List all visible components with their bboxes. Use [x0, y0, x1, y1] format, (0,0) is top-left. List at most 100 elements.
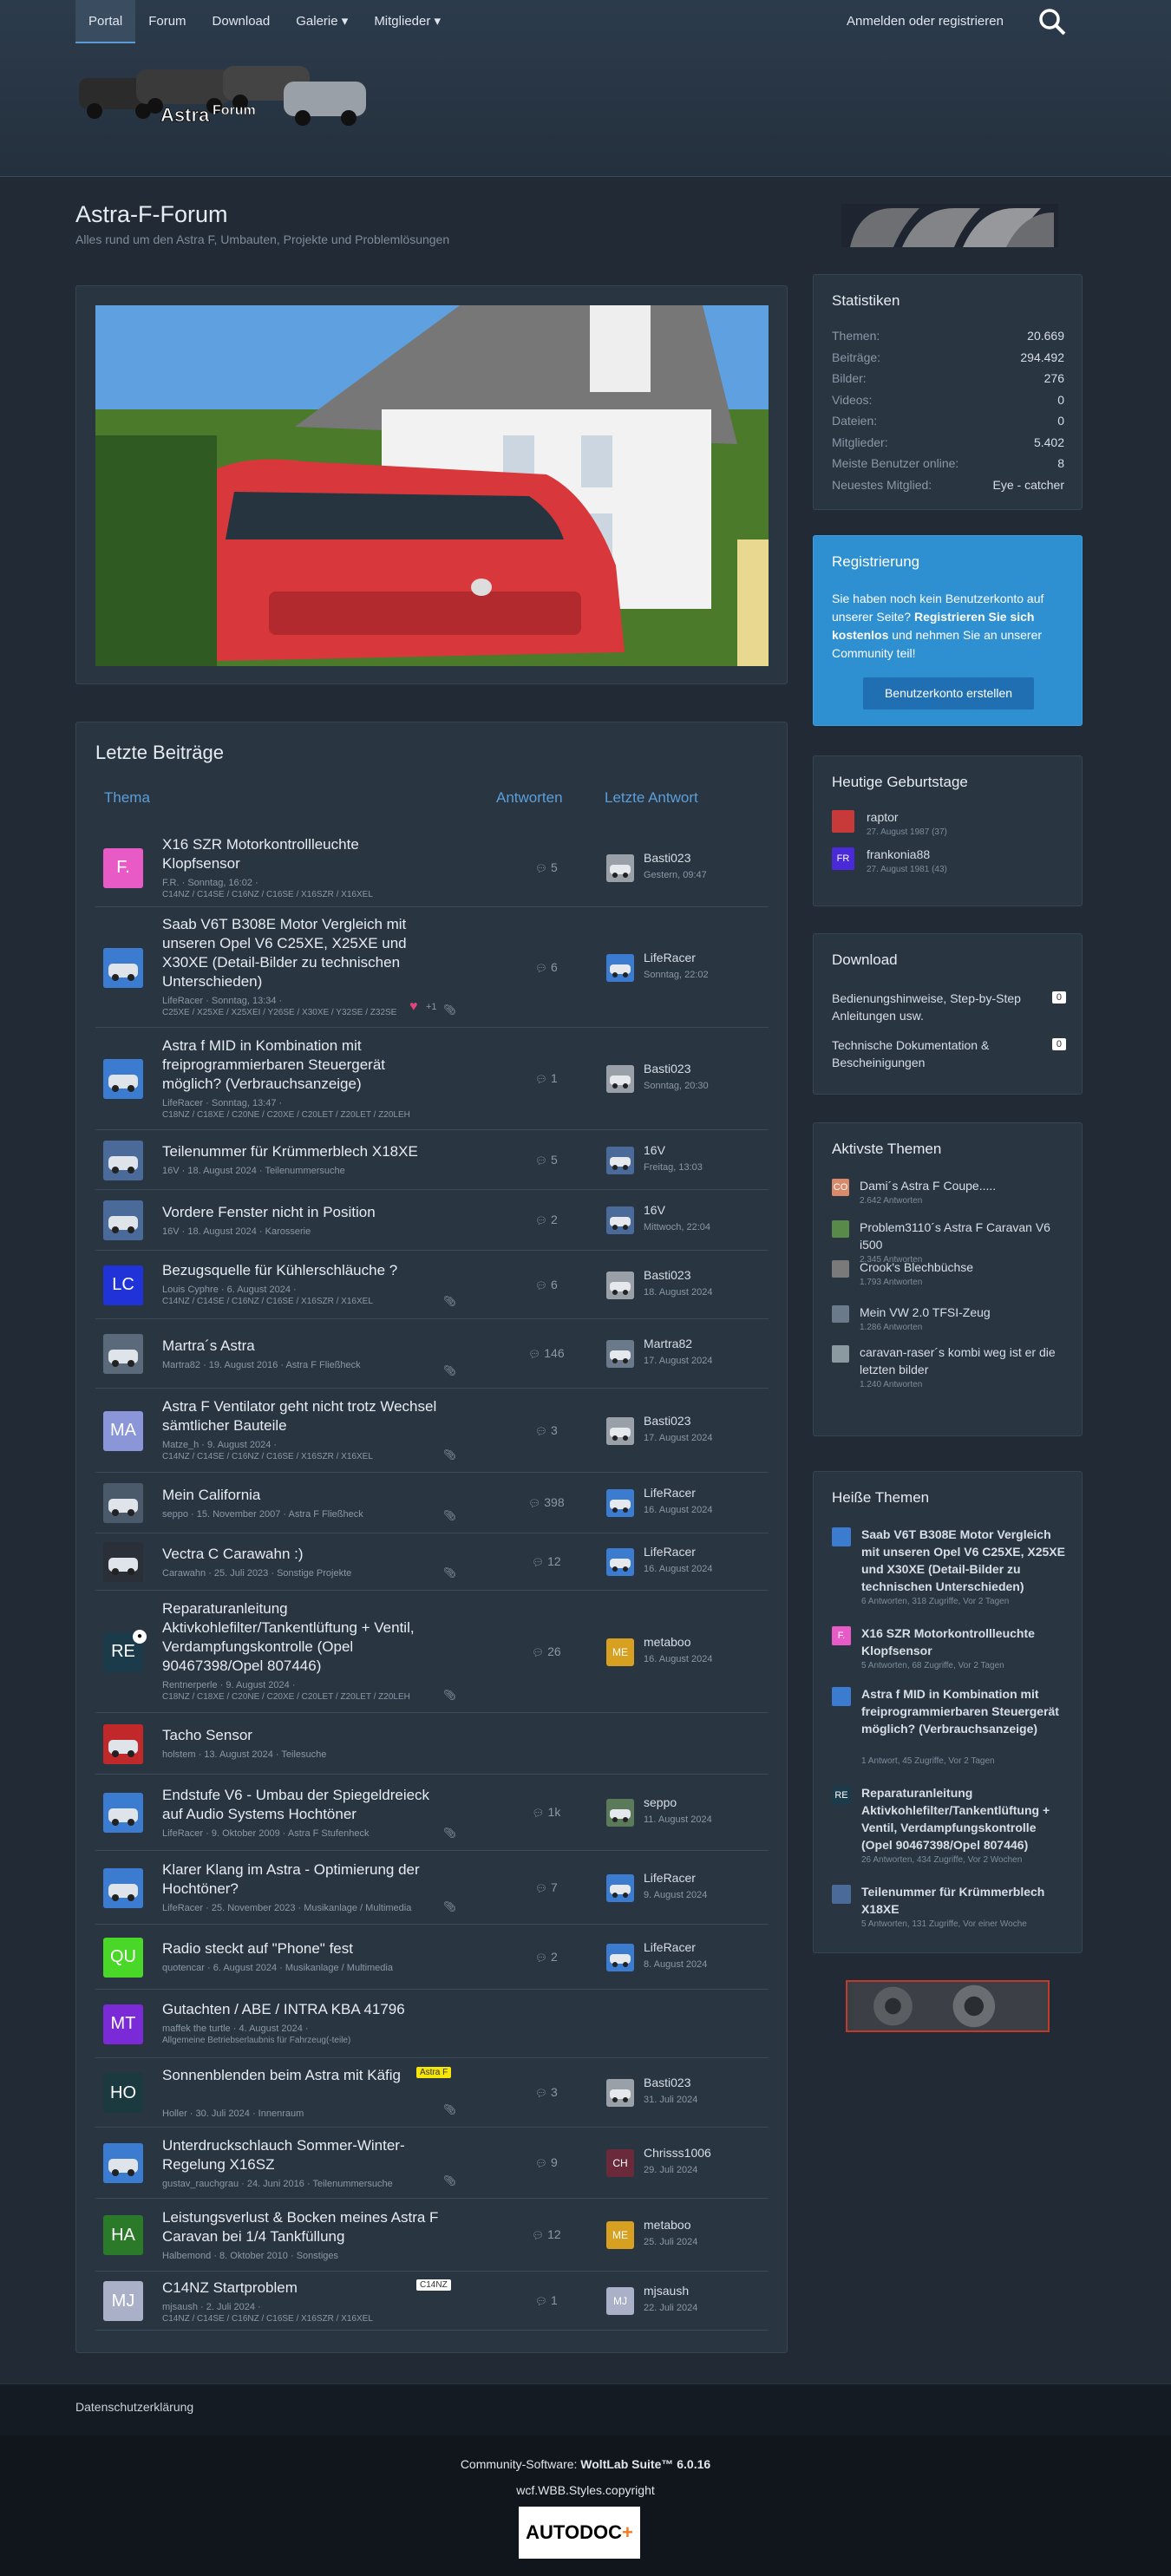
hot-topic-item[interactable]: Teilenummer für Krümmerblech X18XE 5 Antw… [832, 1883, 1066, 1970]
birthday-name[interactable]: frankonia88 [867, 846, 1066, 863]
hot-topic-item[interactable]: Saab V6T B308E Motor Vergleich mit unser… [832, 1526, 1066, 1612]
thread-title[interactable]: Klarer Klang im Astra - Optimierung der … [162, 1860, 440, 1899]
thread-title[interactable]: Reparaturanleitung Aktivkohlefilter/Tank… [162, 1599, 440, 1676]
avatar[interactable]: LC [103, 1265, 143, 1305]
hot-topic-item[interactable]: RE Reparaturanleitung Aktivkohlefilter/Ta… [832, 1784, 1066, 1871]
last-poster-avatar[interactable] [606, 853, 634, 882]
avatar[interactable]: RE [832, 1786, 851, 1805]
active-topic-title[interactable]: Dami´s Astra F Coupe..... [860, 1177, 1066, 1194]
thread-title[interactable]: Astra F Ventilator geht nicht trotz Wech… [162, 1397, 440, 1435]
active-topic-item[interactable]: Problem3110´s Astra F Caravan V6 i500 2.3… [832, 1219, 1066, 1265]
thread-tags[interactable]: C14NZ / C14SE / C16NZ / C16SE / X16SZR /… [162, 1452, 448, 1461]
thread-title[interactable]: Radio steckt auf "Phone" fest [162, 1939, 440, 1958]
birthday-item[interactable]: raptor 27. August 1987 (37) [832, 808, 1066, 840]
hot-topic-title[interactable]: Astra f MID in Kombination mit freiprogr… [861, 1685, 1066, 1737]
last-poster-name[interactable]: 16V [644, 1203, 665, 1217]
last-poster-name[interactable]: Chrisss1006 [644, 2146, 711, 2160]
nav-download[interactable]: Download [200, 0, 284, 43]
last-poster-name[interactable]: Basti023 [644, 1268, 690, 1282]
nav-mitglieder[interactable]: Mitglieder ▾ [361, 0, 454, 43]
last-poster-avatar[interactable] [606, 2079, 634, 2107]
label-badge[interactable]: C14NZ [416, 2279, 451, 2291]
active-topic-item[interactable]: Mein VW 2.0 TFSI-Zeug 1.286 Antworten [832, 1304, 1066, 1342]
clutch-ad-banner[interactable] [846, 1980, 1050, 2032]
thread-title[interactable]: Endstufe V6 - Umbau der Spiegeldreieck a… [162, 1786, 440, 1824]
active-topic-item[interactable]: CO Dami´s Astra F Coupe..... 2.642 Antwort… [832, 1177, 1066, 1215]
avatar[interactable]: MA [103, 1410, 143, 1451]
download-category-name[interactable]: Technische Dokumentation & Bescheinigung… [832, 1036, 1023, 1071]
avatar[interactable] [832, 1687, 851, 1706]
column-replies[interactable]: Antworten [496, 789, 563, 807]
avatar[interactable] [103, 1542, 143, 1582]
thread-title[interactable]: Bezugsquelle für Kühlerschläuche ? [162, 1261, 440, 1280]
login-link[interactable]: Anmelden oder registrieren [847, 0, 1004, 43]
last-poster-avatar[interactable] [606, 1271, 634, 1299]
label-badge[interactable]: Astra F [416, 2066, 452, 2078]
thread-tags[interactable]: C14NZ / C14SE / C16NZ / C16SE / X16SZR /… [162, 890, 448, 899]
avatar[interactable] [832, 1885, 851, 1904]
avatar[interactable] [832, 1305, 849, 1323]
hot-topic-title[interactable]: Teilenummer für Krümmerblech X18XE [861, 1883, 1066, 1918]
search-icon[interactable] [1037, 6, 1068, 37]
avatar[interactable] [103, 1059, 143, 1099]
last-poster-name[interactable]: Basti023 [644, 2076, 690, 2089]
nav-forum[interactable]: Forum [135, 0, 199, 43]
privacy-link[interactable]: Datenschutzerklärung [75, 2400, 193, 2414]
last-poster-avatar[interactable]: ME [606, 2221, 634, 2249]
last-poster-avatar[interactable] [606, 1206, 634, 1234]
avatar[interactable] [103, 1867, 143, 1908]
thread-title[interactable]: Unterdruckschlauch Sommer-Winter-Regelun… [162, 2136, 440, 2174]
avatar[interactable] [832, 1260, 849, 1278]
nav-galerie[interactable]: Galerie ▾ [283, 0, 361, 43]
last-poster-avatar[interactable] [606, 1065, 634, 1093]
avatar[interactable] [103, 1483, 143, 1523]
active-topic-title[interactable]: caravan-raser´s kombi weg ist er die let… [860, 1344, 1066, 1378]
avatar[interactable]: MT [103, 2004, 143, 2044]
download-category[interactable]: Bedienungshinweise, Step-by-Step Anleitu… [832, 990, 1066, 1028]
avatar[interactable] [103, 1334, 143, 1374]
last-poster-name[interactable]: LifeRacer [644, 1940, 696, 1954]
avatar[interactable] [103, 2143, 143, 2183]
active-topic-item[interactable]: caravan-raser´s kombi weg ist er die let… [832, 1344, 1066, 1389]
thread-title[interactable]: X16 SZR Motorkontrollleuchte Klopfsensor [162, 835, 440, 873]
avatar[interactable]: CO [832, 1179, 849, 1196]
last-poster-name[interactable]: LifeRacer [644, 1871, 696, 1885]
avatar[interactable]: HA [103, 2215, 143, 2255]
avatar[interactable] [832, 810, 854, 833]
thread-tags[interactable]: C18NZ / C18XE / C20NE / C20XE / C20LET /… [162, 1692, 448, 1702]
hot-topic-item[interactable]: Astra f MID in Kombination mit freiprogr… [832, 1685, 1066, 1772]
thread-title[interactable]: Vordere Fenster nicht in Position [162, 1203, 440, 1222]
last-poster-name[interactable]: LifeRacer [644, 1486, 696, 1500]
avatar[interactable]: F. [832, 1626, 851, 1645]
last-poster-name[interactable]: 16V [644, 1143, 665, 1157]
avatar[interactable]: HO [103, 2073, 143, 2113]
last-poster-name[interactable]: Martra82 [644, 1337, 692, 1350]
hot-topic-title[interactable]: Saab V6T B308E Motor Vergleich mit unser… [861, 1526, 1066, 1595]
thread-title[interactable]: Saab V6T B308E Motor Vergleich mit unser… [162, 915, 440, 991]
thread-tags[interactable]: Allgemeine Betriebserlaubnis für Fahrzeu… [162, 2036, 448, 2045]
avatar[interactable]: F. [103, 847, 143, 888]
hot-topic-title[interactable]: X16 SZR Motorkontrollleuchte Klopfsensor [861, 1625, 1066, 1659]
birthday-item[interactable]: FR frankonia88 27. August 1981 (43) [832, 846, 1066, 877]
last-poster-avatar[interactable]: ME [606, 1638, 634, 1666]
thread-tags[interactable]: C25XE / X25XE / X25XEI / Y26SE / X30XE /… [162, 1008, 448, 1017]
last-poster-name[interactable]: Basti023 [644, 851, 690, 865]
woltlab-link[interactable]: WoltLab Suite™ 6.0.16 [580, 2457, 710, 2471]
last-poster-avatar[interactable] [606, 1340, 634, 1368]
active-topic-item[interactable]: Crook's Blechbüchse 1.793 Antworten [832, 1259, 1066, 1297]
site-logo[interactable]: Astra Forum [75, 61, 370, 130]
active-topic-title[interactable]: Mein VW 2.0 TFSI-Zeug [860, 1304, 1066, 1321]
avatar[interactable] [103, 1793, 143, 1833]
avatar[interactable] [832, 1220, 849, 1238]
thread-title[interactable]: Astra f MID in Kombination mit freiprogr… [162, 1036, 440, 1094]
hot-topic-title[interactable]: Reparaturanleitung Aktivkohlefilter/Tank… [861, 1784, 1066, 1854]
nav-portal[interactable]: Portal [75, 0, 136, 43]
last-poster-name[interactable]: mjsaush [644, 2284, 689, 2298]
last-poster-avatar[interactable] [606, 1943, 634, 1971]
last-poster-name[interactable]: seppo [644, 1795, 677, 1809]
last-poster-name[interactable]: metaboo [644, 2218, 690, 2232]
avatar[interactable] [103, 1200, 143, 1240]
thread-title[interactable]: Vectra C Carawahn :) [162, 1545, 440, 1564]
thread-title[interactable]: Martra´s Astra [162, 1337, 440, 1356]
featured-car-photo[interactable] [95, 305, 769, 666]
